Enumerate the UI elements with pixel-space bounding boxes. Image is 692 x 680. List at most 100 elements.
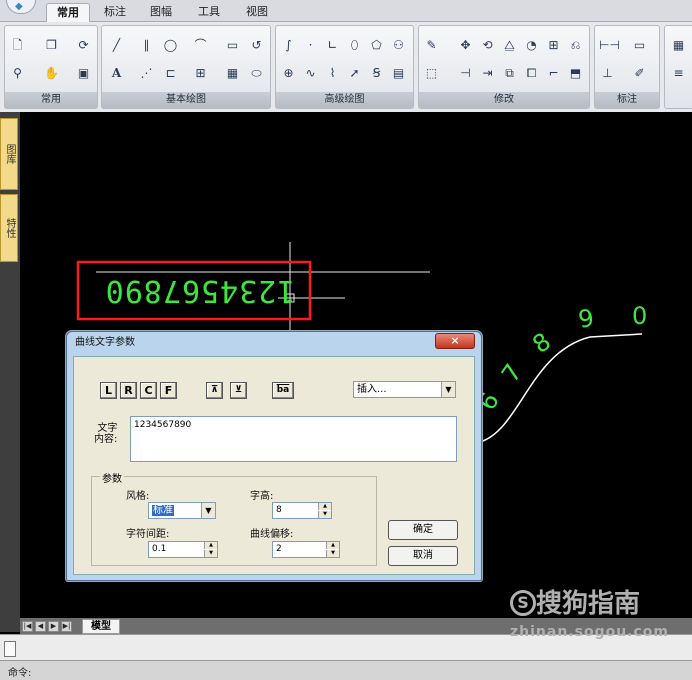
line-icon[interactable]: ╱ bbox=[108, 37, 125, 53]
tab-tools[interactable]: 工具 bbox=[188, 3, 230, 22]
spacing-stepper[interactable]: 0.1 ▲ ▼ bbox=[148, 541, 218, 558]
text-above-curve-icon[interactable]: ⊼ bbox=[206, 382, 223, 399]
next-page-button[interactable]: ▶ bbox=[48, 621, 59, 632]
side-tab-library-label: 图库 bbox=[4, 144, 15, 164]
wave-icon[interactable]: ∿ bbox=[302, 65, 319, 81]
dimension-icon[interactable]: ⊢⊣ bbox=[599, 37, 620, 53]
offset-stepper[interactable]: 2 ▲ ▼ bbox=[272, 541, 340, 558]
spin-down-icon[interactable]: ▼ bbox=[318, 511, 331, 518]
dialog-close-button[interactable]: × bbox=[435, 333, 475, 349]
tab-model[interactable]: 模型 bbox=[82, 619, 120, 634]
angle-icon[interactable]: ∟ bbox=[324, 37, 341, 53]
offset-label: 曲线偏移: bbox=[250, 529, 294, 540]
spin-up-icon[interactable]: ▲ bbox=[318, 503, 331, 510]
explode-icon[interactable]: ⧠ bbox=[523, 65, 540, 81]
curve-text-icon[interactable]: Ꞩ bbox=[368, 65, 385, 81]
dim-edit-icon[interactable]: ✐ bbox=[631, 65, 648, 81]
align-right-button[interactable]: R bbox=[120, 382, 137, 399]
new-icon[interactable]: 🗋 bbox=[9, 37, 26, 53]
group-label-common: 常用 bbox=[5, 92, 97, 108]
table-icon[interactable]: ▤ bbox=[390, 65, 407, 81]
arrow-icon[interactable]: ➚ bbox=[346, 65, 363, 81]
reverse-text-button[interactable]: ba bbox=[272, 382, 294, 399]
arc-icon[interactable]: ⌒ bbox=[192, 37, 209, 53]
spin-up-icon[interactable]: ▲ bbox=[204, 542, 217, 549]
circle-icon[interactable]: ◯ bbox=[162, 37, 179, 53]
height-value: 8 bbox=[276, 505, 282, 515]
app-logo[interactable]: ◆ bbox=[6, 0, 36, 14]
pan-icon[interactable]: ✋ bbox=[43, 65, 60, 81]
center-icon[interactable]: ⊕ bbox=[280, 65, 297, 81]
erase-icon[interactable]: ✎ bbox=[423, 37, 440, 53]
tab-annotation[interactable]: 标注 bbox=[94, 3, 136, 22]
fillet-icon[interactable]: ⌐ bbox=[545, 65, 562, 81]
curve-label-0: 0 bbox=[632, 302, 647, 330]
cancel-button[interactable]: 取消 bbox=[388, 546, 458, 566]
style-select[interactable]: 标准 ▼ bbox=[148, 502, 216, 519]
move-icon[interactable]: ✥ bbox=[457, 37, 474, 53]
rectangle-icon[interactable]: ▭ bbox=[224, 37, 241, 53]
spin-down-icon[interactable]: ▼ bbox=[204, 550, 217, 557]
curve-path bbox=[479, 333, 643, 443]
spin-up-icon[interactable]: ▲ bbox=[326, 542, 339, 549]
block-icon[interactable]: ⊏ bbox=[162, 65, 179, 81]
close-icon: × bbox=[450, 334, 460, 347]
dim-style-icon[interactable]: ▭ bbox=[631, 37, 648, 53]
side-tab-library[interactable]: 图库 bbox=[0, 118, 18, 190]
first-page-button[interactable]: |◀ bbox=[22, 621, 33, 632]
content-input[interactable]: 1234567890 bbox=[130, 416, 457, 462]
offset-icon[interactable]: ⧉ bbox=[501, 65, 518, 81]
point-icon[interactable]: · bbox=[302, 37, 319, 53]
align-left-button[interactable]: L bbox=[100, 382, 117, 399]
height-stepper[interactable]: 8 ▲ ▼ bbox=[272, 502, 332, 519]
command-cursor bbox=[4, 641, 16, 657]
trim-icon[interactable]: ⊣ bbox=[457, 65, 474, 81]
dialog-body: L R C F ⊼ ⊻ ba 插入... ▼ 文字 内容: 1234567890… bbox=[73, 356, 475, 575]
curve-label-8: 8 bbox=[527, 327, 556, 359]
extend-icon[interactable]: ⇥ bbox=[479, 65, 496, 81]
dash-line-icon[interactable]: ⋰ bbox=[138, 65, 155, 81]
ribbon: 🗋 ❐ ⟳ ⚲ ✋ ▣ 常用 ╱ ∥ ◯ ⌒ ▭ ↺ A ⋰ ⊏ ⊞ ▦ ⬭ 基… bbox=[0, 22, 692, 112]
mirror-icon[interactable]: ⧋ bbox=[501, 37, 518, 53]
insert-select[interactable]: 插入... ▼ bbox=[353, 381, 456, 398]
rotate-icon[interactable]: ⟲ bbox=[479, 37, 496, 53]
break-icon[interactable]: ⌇ bbox=[324, 65, 341, 81]
align-center-button[interactable]: C bbox=[140, 382, 157, 399]
parallel-icon[interactable]: ∥ bbox=[138, 37, 155, 53]
align-fit-button[interactable]: F bbox=[160, 382, 177, 399]
scale-icon[interactable]: ◔ bbox=[523, 37, 540, 53]
polyline-icon[interactable]: ↺ bbox=[248, 37, 265, 53]
ellipse2-icon[interactable]: ⬯ bbox=[346, 37, 363, 53]
menu-lines-icon[interactable]: ≡ bbox=[670, 65, 687, 81]
coordinate-dim-icon[interactable]: ⊥ bbox=[599, 65, 616, 81]
ellipse-icon[interactable]: ⬭ bbox=[248, 65, 265, 81]
text-below-curve-icon[interactable]: ⊻ bbox=[230, 382, 247, 399]
array-icon[interactable]: ⊞ bbox=[545, 37, 562, 53]
zoom-icon[interactable]: ⚲ bbox=[9, 65, 26, 81]
prev-page-button[interactable]: ◀ bbox=[35, 621, 46, 632]
last-page-button[interactable]: ▶| bbox=[61, 621, 72, 632]
text-icon[interactable]: A bbox=[108, 65, 125, 81]
side-tab-properties[interactable]: 特性 bbox=[0, 194, 18, 262]
hatch-icon[interactable]: ▦ bbox=[224, 65, 241, 81]
refresh-icon[interactable]: ⟳ bbox=[75, 37, 92, 53]
curve-label-7: 7 bbox=[496, 359, 528, 388]
height-label: 字高: bbox=[250, 491, 274, 502]
stretch-icon[interactable]: ⎌ bbox=[567, 37, 584, 53]
ok-button[interactable]: 确定 bbox=[388, 520, 458, 540]
match-icon[interactable]: ⬒ bbox=[567, 65, 584, 81]
spline-icon[interactable]: ∫ bbox=[280, 37, 297, 53]
spin-down-icon[interactable]: ▼ bbox=[326, 550, 339, 557]
select-icon[interactable]: ⬚ bbox=[423, 65, 440, 81]
insert-icon[interactable]: ⊞ bbox=[192, 65, 209, 81]
properties-icon[interactable]: ▦ bbox=[670, 37, 687, 53]
group-extra: ▦ ≡ bbox=[664, 25, 692, 109]
symbol-icon[interactable]: ⚇ bbox=[390, 37, 407, 53]
tab-sheet[interactable]: 图幅 bbox=[140, 3, 182, 22]
group-common: 🗋 ❐ ⟳ ⚲ ✋ ▣ 常用 bbox=[4, 25, 98, 109]
layer-icon[interactable]: ▣ bbox=[75, 65, 92, 81]
polygon-icon[interactable]: ⬠ bbox=[368, 37, 385, 53]
copy-icon[interactable]: ❐ bbox=[43, 37, 60, 53]
tab-common[interactable]: 常用 bbox=[46, 3, 90, 22]
tab-view[interactable]: 视图 bbox=[236, 3, 278, 22]
